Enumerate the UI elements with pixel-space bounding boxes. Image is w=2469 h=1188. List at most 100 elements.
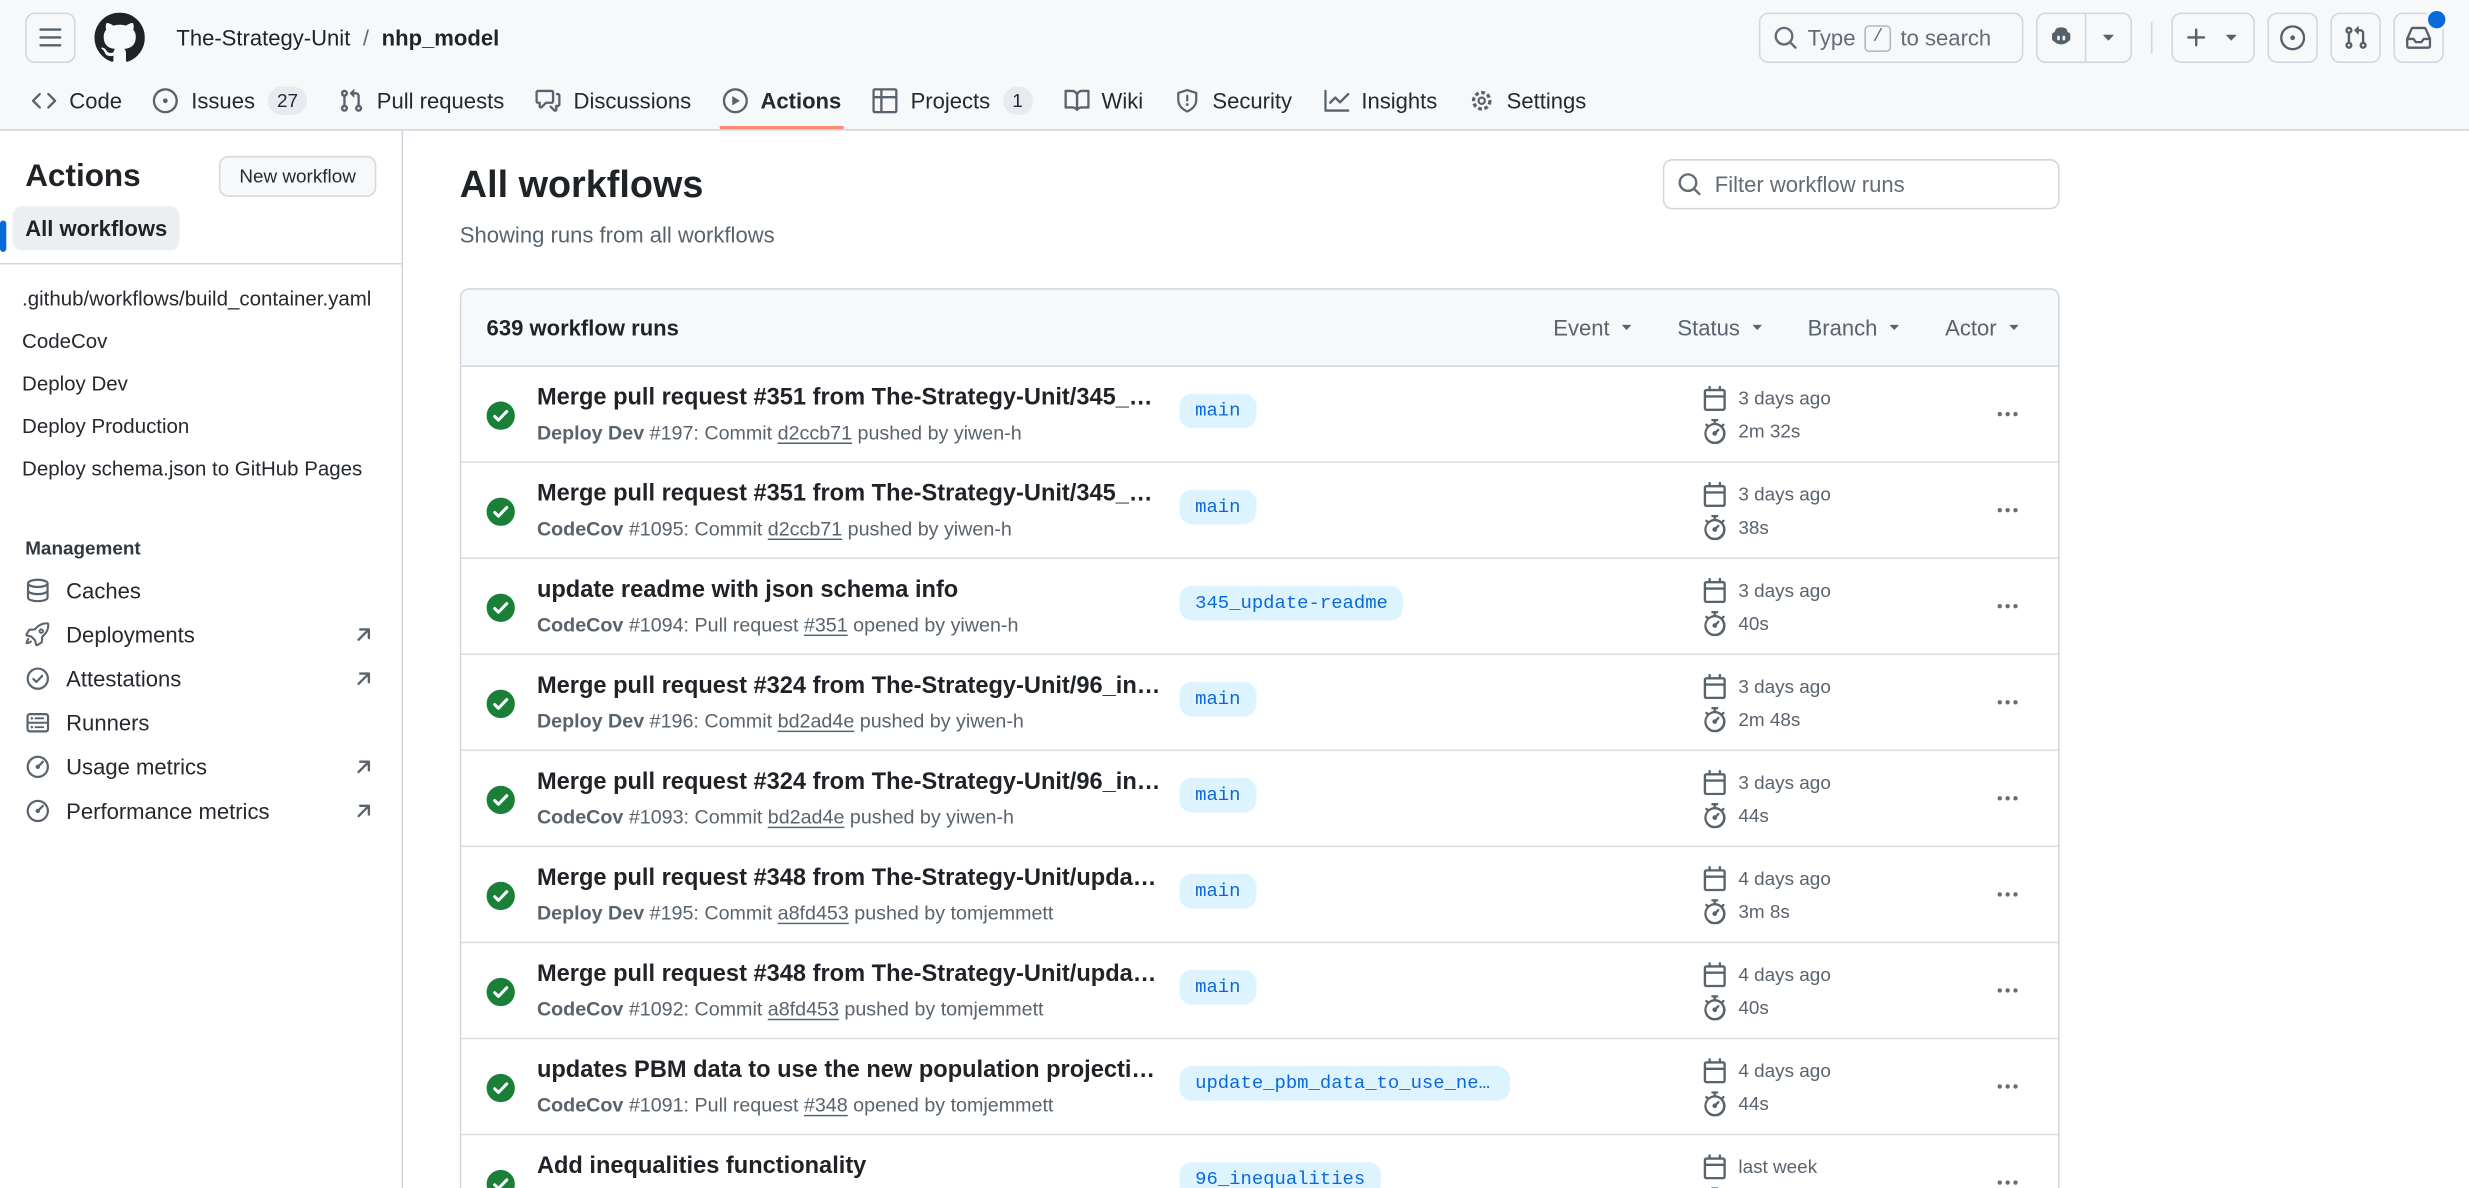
sidebar-item-attestations[interactable]: Attestations [0, 657, 402, 701]
run-ref-link[interactable]: #348 [804, 1094, 848, 1116]
run-options-button[interactable] [1986, 584, 2030, 628]
tab-issues[interactable]: Issues27 [141, 76, 320, 130]
tab-wiki[interactable]: Wiki [1051, 77, 1156, 127]
branch-cell: main [1179, 489, 1683, 532]
run-duration-line: 38s [1702, 514, 1967, 539]
run-duration-line: 44s [1702, 802, 1967, 827]
run-ref-link[interactable]: #351 [804, 614, 848, 636]
sidebar-item-runners[interactable]: Runners [0, 701, 402, 745]
branch-badge[interactable]: 345_update-readme [1179, 585, 1403, 620]
run-options-button[interactable] [1986, 776, 2030, 820]
sidebar-item-performance-metrics[interactable]: Performance metrics [0, 789, 402, 833]
global-search-input[interactable]: Type / to search [1759, 13, 2024, 63]
search-placeholder-suffix: to search [1901, 25, 1992, 50]
new-workflow-button[interactable]: New workflow [219, 156, 376, 197]
sidebar-item-caches[interactable]: Caches [0, 568, 402, 612]
run-options-button[interactable] [1986, 872, 2030, 916]
branch-badge[interactable]: main [1179, 969, 1256, 1004]
sidebar-item-deployments[interactable]: Deployments [0, 613, 402, 657]
calendar-icon [1702, 769, 1727, 794]
git-pull-request-icon [339, 88, 364, 113]
run-title-link[interactable]: Merge pull request #348 from The-Strateg… [537, 864, 1161, 891]
run-title-link[interactable]: Merge pull request #351 from The-Strateg… [537, 480, 1161, 507]
run-options-button[interactable] [1986, 1160, 2030, 1188]
sidebar-item-all-workflows[interactable]: All workflows [13, 206, 180, 250]
branch-badge[interactable]: main [1179, 777, 1256, 812]
hamburger-menu-button[interactable] [25, 13, 75, 63]
tab-security[interactable]: Security [1162, 77, 1305, 127]
workflow-list: .github/workflows/build_container.yamlCo… [0, 265, 402, 503]
inbox-button[interactable] [2393, 13, 2443, 63]
copilot-dropdown-caret-icon[interactable] [2085, 14, 2131, 61]
run-ref-link[interactable]: a8fd453 [778, 902, 849, 924]
tab-discussions[interactable]: Discussions [523, 77, 704, 127]
branch-badge[interactable]: update_pbm_data_to_use_new_… [1179, 1065, 1510, 1100]
sidebar-workflow-item[interactable]: Deploy Dev [0, 362, 402, 405]
tab-pull-requests[interactable]: Pull requests [326, 77, 516, 127]
your-issues-button[interactable] [2267, 13, 2317, 63]
github-logo-icon[interactable] [94, 13, 144, 63]
branch-badge[interactable]: main [1179, 393, 1256, 428]
tab-code[interactable]: Code [19, 77, 135, 127]
run-ref-link[interactable]: bd2ad4e [768, 806, 845, 828]
branch-badge[interactable]: 96_inequalities [1179, 1161, 1381, 1188]
run-title-link[interactable]: updates PBM data to use the new populati… [537, 1057, 1161, 1084]
run-meta: 3 days ago40s [1702, 577, 1967, 635]
run-ref-link[interactable]: d2ccb71 [778, 422, 852, 444]
run-title-link[interactable]: Merge pull request #324 from The-Strateg… [537, 768, 1161, 795]
event-filter-dropdown[interactable]: Event [1553, 315, 1636, 340]
run-date-line: 4 days ago [1702, 961, 1967, 986]
breadcrumb-repo-link[interactable]: nhp_model [372, 19, 508, 57]
run-options-button[interactable] [1986, 1064, 2030, 1108]
run-main: Merge pull request #324 from The-Strateg… [537, 768, 1161, 828]
sidebar-workflow-item[interactable]: Deploy schema.json to GitHub Pages [0, 447, 402, 490]
run-ref-link[interactable]: d2ccb71 [768, 518, 842, 540]
your-pull-requests-button[interactable] [2330, 13, 2380, 63]
breadcrumb-org-link[interactable]: The-Strategy-Unit [167, 19, 360, 57]
sidebar-item-usage-metrics[interactable]: Usage metrics [0, 745, 402, 789]
status-filter-dropdown[interactable]: Status [1677, 315, 1766, 340]
run-options-button[interactable] [1986, 488, 2030, 532]
branch-badge[interactable]: main [1179, 873, 1256, 908]
sidebar-workflow-item[interactable]: CodeCov [0, 320, 402, 363]
run-title-link[interactable]: update readme with json schema info [537, 576, 1161, 603]
run-ref-link[interactable]: a8fd453 [768, 998, 839, 1020]
branch-badge[interactable]: main [1179, 489, 1256, 524]
tab-projects[interactable]: Projects1 [860, 76, 1045, 130]
branch-filter-dropdown[interactable]: Branch [1808, 315, 1905, 340]
branch-badge[interactable]: main [1179, 681, 1256, 716]
kebab-icon [1995, 978, 2020, 1003]
sidebar-workflow-item[interactable]: Deploy Production [0, 405, 402, 448]
sidebar-workflow-item[interactable]: .github/workflows/build_container.yaml [0, 277, 402, 320]
run-date-line: 3 days ago [1702, 481, 1967, 506]
copilot-button[interactable] [2036, 13, 2132, 63]
workflow-name: CodeCov [537, 1094, 623, 1116]
run-ref-link[interactable]: bd2ad4e [778, 710, 855, 732]
caret-down-icon [1885, 318, 1904, 337]
run-options-button[interactable] [1986, 968, 2030, 1012]
run-options-button[interactable] [1986, 392, 2030, 436]
tab-settings[interactable]: Settings [1456, 77, 1599, 127]
verified-icon [25, 666, 50, 691]
tab-actions[interactable]: Actions [710, 77, 854, 127]
branch-cell: main [1179, 873, 1683, 916]
tab-label: Security [1212, 88, 1292, 113]
create-new-button[interactable] [2171, 13, 2254, 63]
run-date: 3 days ago [1738, 579, 1830, 601]
run-date-line: 4 days ago [1702, 1057, 1967, 1082]
run-date: 4 days ago [1738, 1059, 1830, 1081]
run-title-link[interactable]: Add inequalities functionality [537, 1153, 1161, 1180]
run-title-link[interactable]: Merge pull request #348 from The-Strateg… [537, 961, 1161, 988]
actor-filter-dropdown[interactable]: Actor [1945, 315, 2023, 340]
run-subtitle: Deploy Dev #195: Commit a8fd453 pushed b… [537, 902, 1161, 924]
run-duration: 44s [1738, 804, 1768, 826]
run-title-link[interactable]: Merge pull request #324 from The-Strateg… [537, 672, 1161, 699]
branch-cell: main [1179, 393, 1683, 436]
workflow-run-row: Merge pull request #324 from The-Strateg… [461, 750, 2058, 846]
branch-cell: main [1179, 777, 1683, 820]
run-options-button[interactable] [1986, 680, 2030, 724]
run-meta: 3 days ago2m 48s [1702, 673, 1967, 731]
run-title-link[interactable]: Merge pull request #351 from The-Strateg… [537, 384, 1161, 411]
tab-insights[interactable]: Insights [1311, 77, 1450, 127]
filter-workflow-runs-input[interactable] [1712, 170, 2046, 198]
